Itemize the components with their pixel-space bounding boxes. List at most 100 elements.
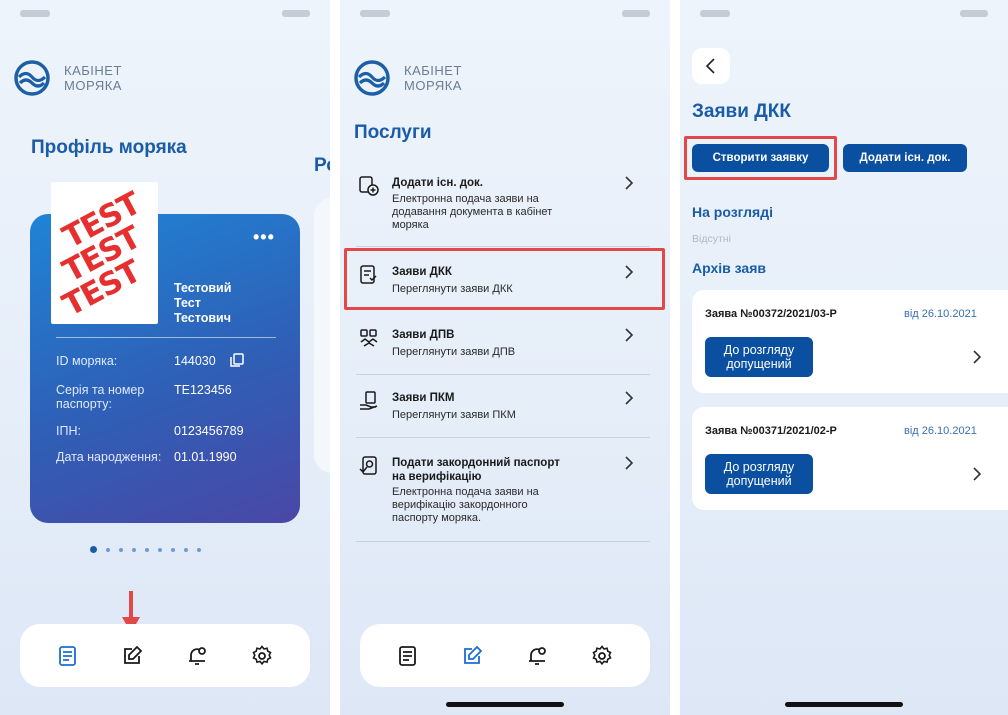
service-item-dpv[interactable]: Заяви ДПВ Переглянути заяви ДПВ [356, 327, 650, 358]
status-badge: До розгляду допущений [705, 454, 813, 494]
tab-settings[interactable] [590, 644, 614, 668]
bottom-tab-bar [20, 624, 310, 687]
passport-verify-icon [359, 456, 377, 475]
highlight-annotation [344, 248, 665, 310]
application-card[interactable]: Заява №00372/2021/03-Р від 26.10.2021 До… [692, 290, 1008, 393]
logo-text-line1: КАБІНЕТ [64, 63, 122, 78]
logo-text-line2: МОРЯКА [404, 78, 462, 93]
settings-gear-icon [252, 645, 272, 666]
page-dot [184, 547, 188, 552]
service-item-passport-verification[interactable]: Подати закордонний паспорт на верифікаці… [356, 455, 650, 527]
tab-notifications[interactable] [185, 644, 209, 668]
service-description: Переглянути заяви ДПВ [392, 346, 516, 358]
highlight-annotation [684, 136, 837, 180]
seafarer-name: Тестовий Тест Тестович [174, 281, 231, 326]
card-more-menu-icon[interactable]: ••• [253, 227, 275, 248]
dpv-handshake-icon [360, 329, 378, 347]
documents-icon [59, 646, 76, 666]
name-first: Тест [174, 296, 201, 310]
add-existing-document-button[interactable]: Додати існ. док. [843, 144, 967, 172]
logo-text-line2: МОРЯКА [64, 78, 122, 93]
row-label: Серія та номер паспорту: [56, 383, 145, 411]
next-card-peek[interactable] [314, 198, 330, 473]
page-indicator [90, 546, 201, 553]
application-date: від 26.10.2021 [904, 308, 977, 320]
settings-gear-icon [592, 645, 612, 666]
tab-notifications[interactable] [525, 644, 549, 668]
row-value: 0123456789 [174, 424, 244, 438]
app-logo: КАБІНЕТ МОРЯКА [14, 60, 122, 96]
row-label: Дата народження: [56, 450, 162, 464]
section-archive: Архів заяв [692, 260, 766, 276]
page-dot [145, 547, 149, 552]
service-item-add-document[interactable]: Додати існ. док. Електронна подача заяви… [356, 175, 650, 235]
row-value: 144030 [174, 354, 216, 368]
row-value: TE123456 [174, 383, 232, 397]
page-title: Профіль моряка [31, 137, 187, 158]
tab-services[interactable] [120, 644, 144, 668]
application-number: Заява №00371/2021/02-Р [705, 425, 837, 437]
service-title: Заяви ДПВ [392, 329, 455, 341]
screen-seafarer-profile: КАБІНЕТМОРЯКА Профіль моряка Ро TEST TES… [0, 0, 330, 715]
page-dot [132, 547, 136, 552]
service-title: Додати існ. док. [392, 177, 484, 189]
service-title: Заяви ПКМ [392, 392, 455, 404]
service-title: Подати закордонний паспорт на верифікаці… [392, 457, 560, 483]
pkm-hand-icon [360, 391, 378, 410]
logo-text-line1: КАБІНЕТ [404, 63, 462, 78]
divider [356, 437, 650, 438]
application-number: Заява №00372/2021/03-Р [705, 308, 837, 320]
page-dot [197, 547, 201, 552]
app-logo: КАБІНЕТ МОРЯКА [354, 60, 462, 96]
page-dot [106, 547, 110, 552]
page-dot [90, 546, 97, 553]
services-edit-icon [124, 645, 143, 664]
status-bar [20, 10, 310, 26]
status-badge: До розгляду допущений [705, 337, 813, 377]
service-item-pkm[interactable]: Заяви ПКМ Переглянути заяви ПКМ [356, 390, 650, 421]
bottom-tab-bar [360, 624, 650, 687]
chevron-right-icon [625, 456, 634, 470]
screen-dkk-applications: Заяви ДКК Створити заявку Додати існ. до… [680, 0, 1008, 715]
wave-logo-icon [354, 60, 390, 96]
back-button[interactable] [692, 48, 730, 84]
copy-icon[interactable] [230, 353, 244, 367]
page-dot [171, 547, 175, 552]
page-dot [158, 547, 162, 552]
home-indicator [785, 702, 903, 707]
divider [356, 541, 650, 542]
next-page-title-peek: Ро [314, 155, 330, 176]
wave-logo-icon [14, 60, 50, 96]
chevron-right-icon [973, 350, 982, 364]
name-patronymic: Тестович [174, 311, 231, 325]
chevron-right-icon [625, 391, 634, 405]
divider [356, 374, 650, 375]
service-description: Електронна подача заяви на додавання док… [392, 193, 553, 231]
application-card[interactable]: Заява №00371/2021/02-Р від 26.10.2021 До… [692, 407, 1008, 510]
card-divider [56, 337, 276, 338]
section-under-review: На розгляді [692, 204, 773, 220]
row-value: 01.01.1990 [174, 450, 237, 464]
divider [356, 246, 650, 247]
notifications-bell-icon [529, 647, 546, 665]
tab-settings[interactable] [250, 644, 274, 668]
status-bar [360, 10, 650, 26]
profile-photo: TEST TEST TEST [51, 182, 158, 324]
page-title: Заяви ДКК [692, 101, 791, 122]
tab-services[interactable] [460, 644, 484, 668]
application-date: від 26.10.2021 [904, 425, 977, 437]
tab-documents[interactable] [56, 644, 80, 668]
screen-services: КАБІНЕТ МОРЯКА Послуги Додати існ. док. Е… [340, 0, 670, 715]
empty-state-text: Відсутні [692, 233, 731, 245]
row-label: ID моряка: [56, 354, 118, 368]
add-document-icon [359, 176, 379, 196]
service-description: Переглянути заяви ПКМ [392, 409, 516, 421]
chevron-right-icon [973, 467, 982, 481]
status-bar [700, 10, 988, 26]
chevron-right-icon [625, 328, 634, 342]
page-dot [119, 547, 123, 552]
home-indicator [446, 702, 564, 707]
name-last: Тестовий [174, 281, 232, 295]
row-label: ІПН: [56, 424, 81, 438]
tab-documents[interactable] [396, 644, 420, 668]
